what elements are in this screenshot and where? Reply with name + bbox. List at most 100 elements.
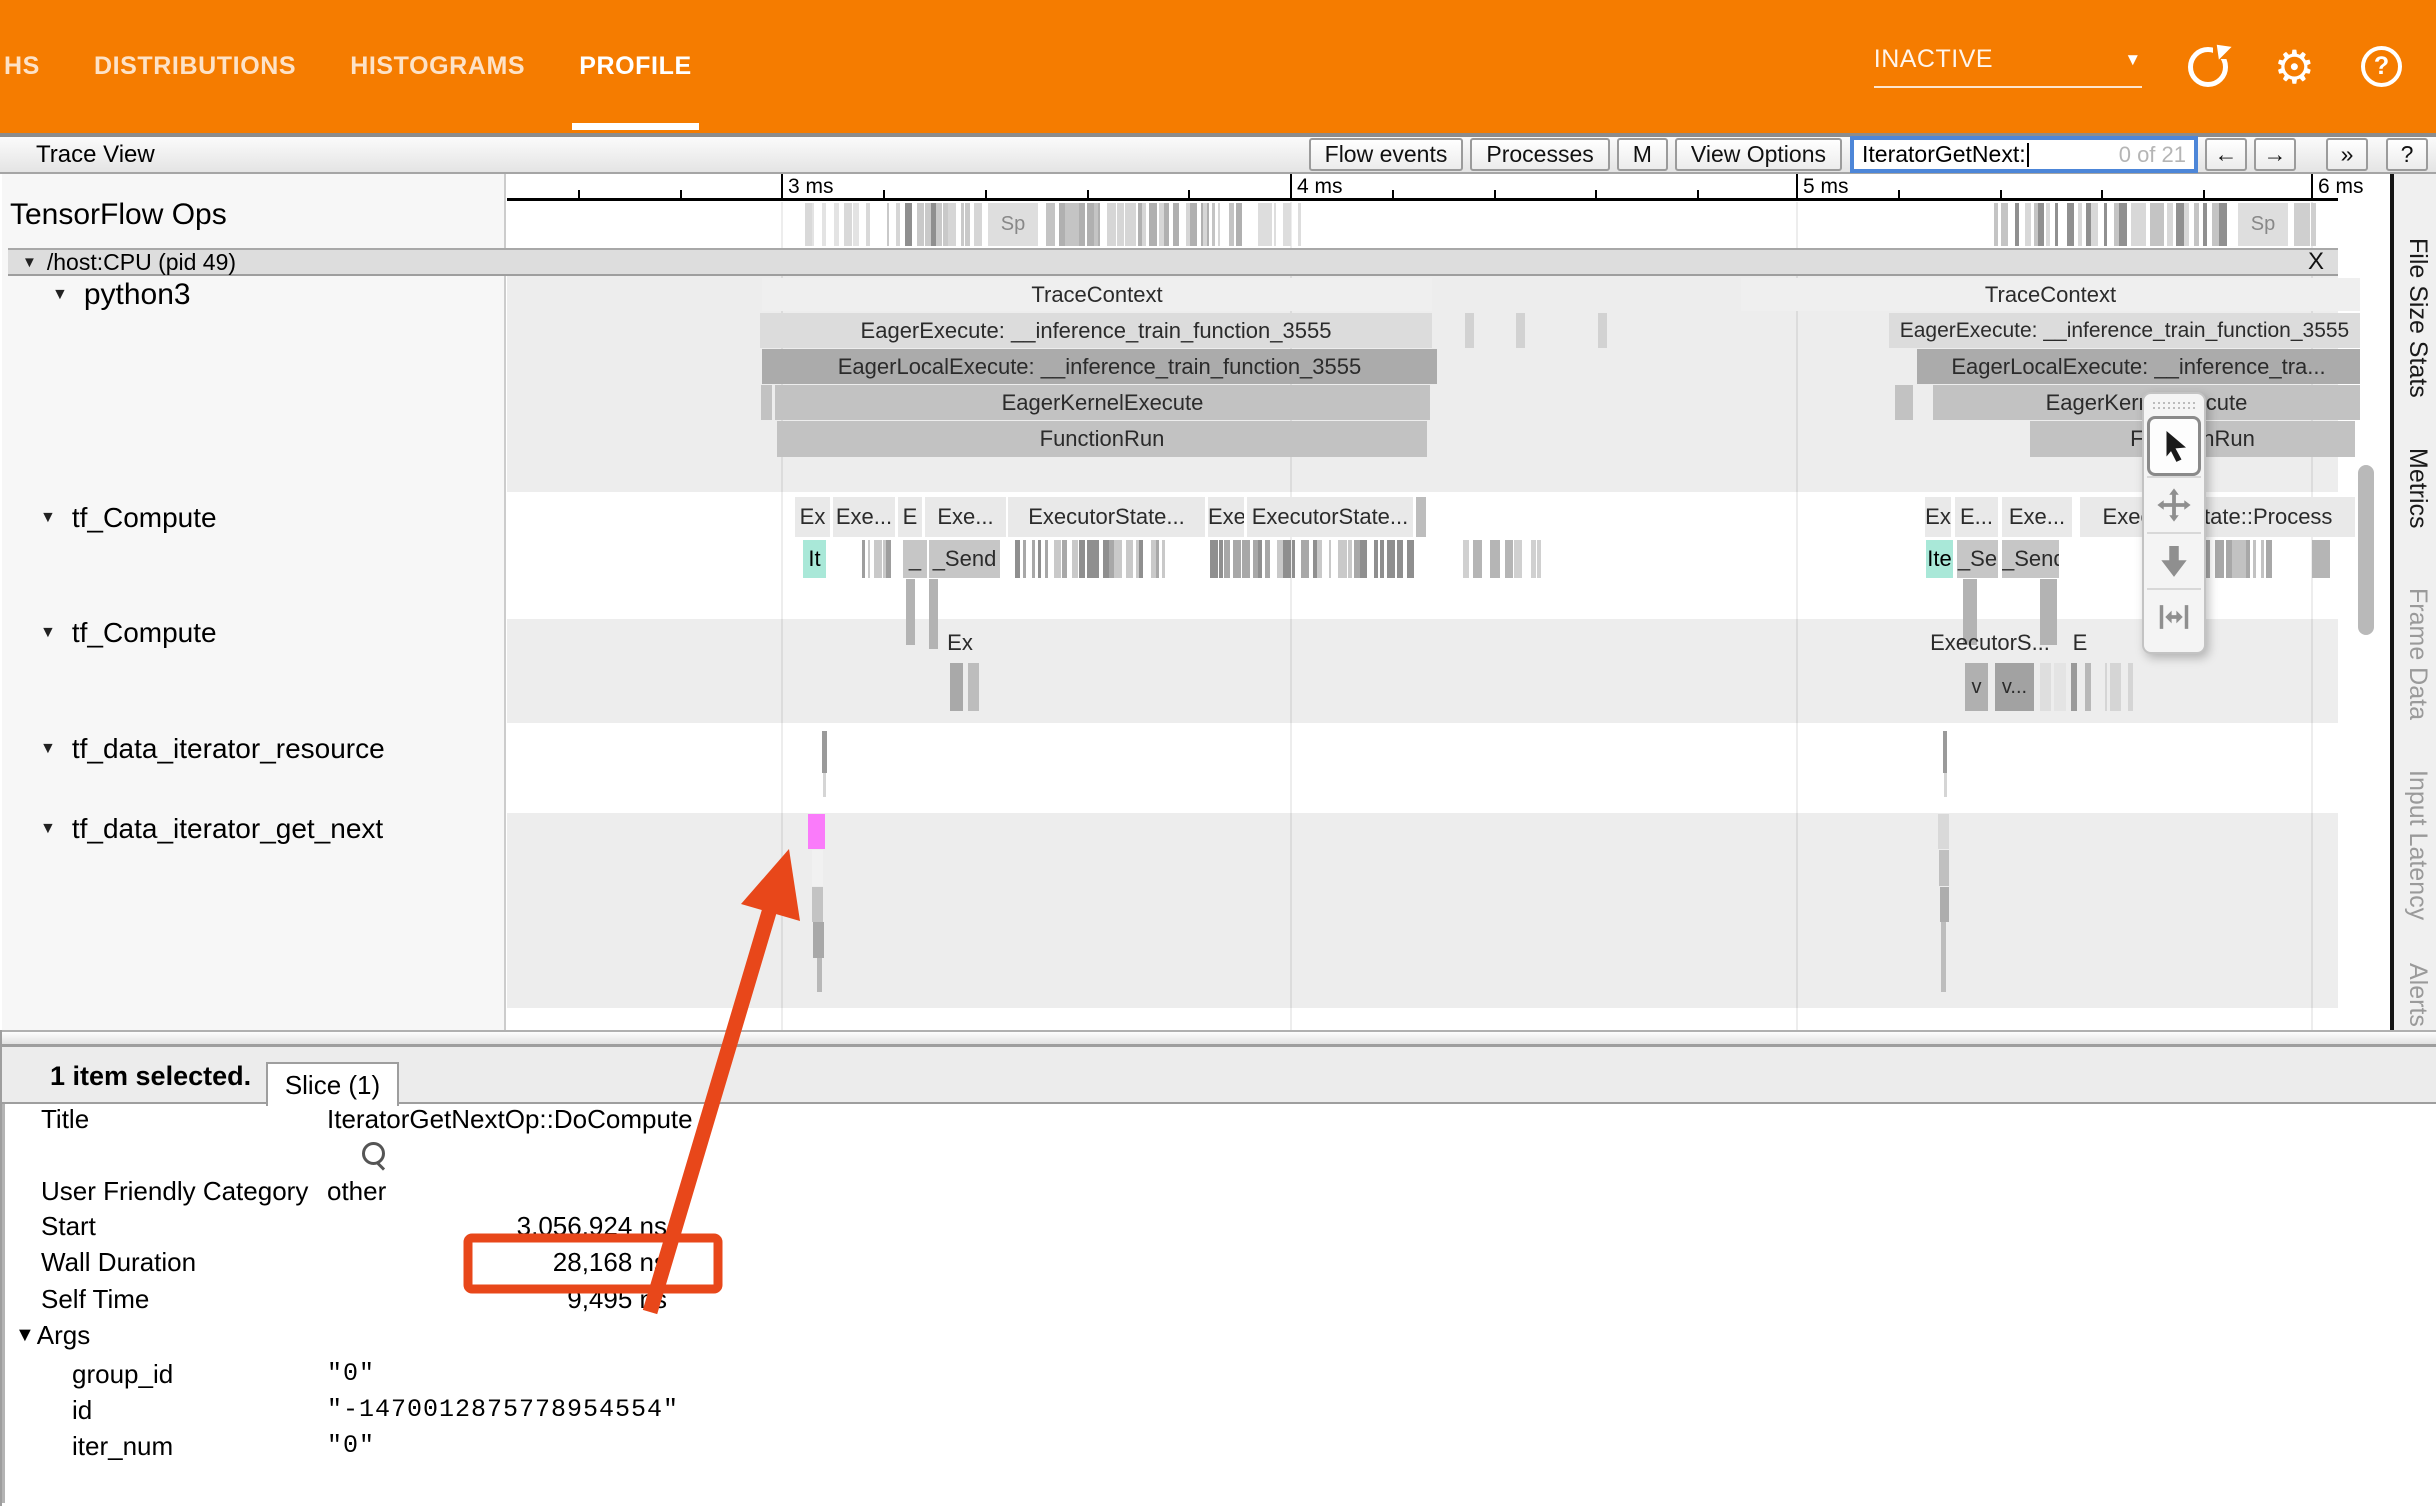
sidebar-tab-metrics[interactable]: Metrics — [2403, 448, 2432, 529]
zoom-tool-icon[interactable] — [2147, 532, 2201, 588]
trace-span[interactable]: It — [803, 540, 826, 578]
trace-span[interactable] — [1941, 922, 1946, 992]
gear-icon[interactable]: ⚙ — [2274, 44, 2315, 90]
trace-span[interactable] — [2054, 663, 2066, 711]
collapse-triangle-icon[interactable]: ▼ — [40, 740, 56, 758]
trace-span[interactable] — [1895, 385, 1913, 420]
trace-span[interactable] — [1465, 313, 1474, 348]
panel-splitter[interactable] — [2, 1030, 2436, 1047]
sidebar-tab-file-size-stats[interactable]: File Size Stats — [2403, 238, 2432, 398]
args-header[interactable]: ▼Args — [15, 1320, 90, 1351]
trace-span[interactable]: TraceContext — [762, 278, 1432, 311]
toolbar-button-processes[interactable]: Processes — [1470, 138, 1609, 171]
track-group-tf_data_iterator_get_next[interactable]: ▼tf_data_iterator_get_next — [40, 813, 383, 845]
palette-drag-handle[interactable] — [2153, 400, 2195, 412]
process-header-bar[interactable]: ▼ /host:CPU (pid 49) X — [8, 248, 2338, 276]
trace-span[interactable]: EagerLocalExecute: __inference_tra... — [1917, 349, 2360, 384]
trace-span[interactable]: Exe... — [833, 497, 895, 537]
collapse-triangle-icon[interactable]: ▼ — [52, 286, 68, 304]
tab-slice[interactable]: Slice (1) — [266, 1062, 399, 1106]
trace-span[interactable] — [2071, 663, 2077, 711]
header-tab-distributions[interactable]: DISTRIBUTIONS — [67, 0, 323, 133]
trace-span[interactable]: EagerKernelExecute — [775, 385, 1430, 420]
trace-span[interactable]: EagerExecute: __inference_train_function… — [760, 313, 1432, 348]
track-group-python3[interactable]: ▼python3 — [52, 278, 191, 312]
trace-span[interactable] — [968, 663, 979, 711]
help-icon[interactable]: ? — [2361, 46, 2402, 87]
header-tab-histograms[interactable]: HISTOGRAMS — [323, 0, 552, 133]
refresh-icon[interactable] — [2188, 47, 2228, 87]
trace-span[interactable]: Ite — [1926, 540, 1953, 578]
trace-span[interactable] — [1943, 731, 1947, 773]
track-group-tf_data_iterator_resource[interactable]: ▼tf_data_iterator_resource — [40, 733, 385, 765]
trace-span[interactable] — [817, 958, 822, 992]
sidebar-tab-input-latency[interactable]: Input Latency — [2403, 770, 2432, 920]
trace-span[interactable] — [2312, 540, 2330, 578]
trace-span[interactable]: Ex — [795, 497, 830, 537]
trace-span[interactable]: Sp — [2238, 203, 2288, 246]
trace-span[interactable]: Ex — [920, 627, 1000, 659]
track-group-tf_Compute[interactable]: ▼tf_Compute — [40, 502, 217, 534]
trace-span[interactable] — [1944, 773, 1947, 797]
trace-span[interactable] — [1416, 497, 1426, 537]
trace-span[interactable] — [1516, 313, 1525, 348]
trace-span[interactable] — [813, 922, 824, 958]
trace-span[interactable]: TraceContext — [1741, 278, 2360, 311]
trace-span[interactable] — [2085, 663, 2091, 711]
pan-tool-icon[interactable] — [2147, 476, 2201, 532]
trace-span[interactable] — [2040, 663, 2051, 711]
toolbar-button-flow-events[interactable]: Flow events — [1309, 138, 1464, 171]
trace-span[interactable]: _Se — [1957, 540, 1998, 578]
collapse-triangle-icon[interactable]: ▼ — [40, 624, 56, 642]
toolbar-button-m[interactable]: M — [1617, 138, 1668, 171]
find-nav-button-1[interactable]: → — [2254, 138, 2296, 171]
trace-span[interactable] — [812, 850, 823, 886]
trace-span[interactable]: ExecutorS... — [1900, 627, 2080, 659]
trace-span[interactable]: ExecutorState::Process — [2080, 497, 2355, 537]
trace-span[interactable] — [1939, 850, 1949, 886]
timing-tool-icon[interactable] — [2147, 588, 2201, 644]
trace-span[interactable]: v... — [1995, 663, 2034, 711]
close-icon[interactable]: X — [2308, 248, 2324, 276]
trace-span[interactable]: E... — [1955, 497, 1998, 537]
magnifier-icon[interactable] — [362, 1142, 385, 1165]
find-input[interactable]: IteratorGetNext: 0 of 21 — [1850, 136, 2198, 173]
trace-span[interactable]: _Send — [929, 540, 1000, 578]
run-selector[interactable]: INACTIVE ▼ — [1874, 45, 2142, 88]
trace-span[interactable]: ExecutorState... — [1247, 497, 1413, 537]
toolbar-button-view-options[interactable]: View Options — [1675, 138, 1842, 171]
trace-span[interactable] — [761, 385, 772, 420]
select-tool-icon[interactable] — [2147, 416, 2201, 476]
track-group-tf_Compute[interactable]: ▼tf_Compute — [40, 617, 217, 649]
trace-span[interactable]: Ex — [1925, 497, 1951, 537]
trace-span[interactable] — [822, 731, 827, 773]
trace-span[interactable]: EagerExecute: __inference_train_function… — [1889, 313, 2360, 348]
trace-span[interactable]: v — [1965, 663, 1988, 711]
collapse-triangle-icon[interactable]: ▼ — [40, 820, 56, 838]
sidebar-tab-alerts[interactable]: Alerts — [2403, 963, 2432, 1027]
collapse-triangle-icon[interactable]: ▼ — [40, 509, 56, 527]
trace-span[interactable]: Exe... — [2002, 497, 2072, 537]
trace-span[interactable]: _Send — [2002, 540, 2059, 578]
trace-span[interactable] — [812, 887, 823, 922]
trace-span[interactable]: Exe — [1208, 497, 1244, 537]
trace-span[interactable] — [808, 814, 825, 849]
collapse-triangle-icon[interactable]: ▼ — [22, 254, 37, 271]
header-tab-profile[interactable]: PROFILE — [552, 0, 719, 133]
trace-span[interactable]: FunctionRun — [777, 421, 1427, 457]
find-nav-button-2[interactable]: » — [2326, 138, 2368, 171]
trace-span[interactable]: _ — [903, 540, 927, 578]
trace-span[interactable] — [906, 579, 915, 645]
trace-span[interactable]: EagerLocalExecute: __inference_train_fun… — [762, 349, 1437, 384]
trace-span[interactable]: ExecutorState... — [1008, 497, 1205, 537]
trace-span[interactable]: E — [2060, 627, 2100, 659]
trace-span[interactable] — [1940, 887, 1949, 922]
find-nav-button-3[interactable]: ? — [2386, 138, 2428, 171]
header-tab-hs[interactable]: HS — [0, 0, 67, 133]
trace-span[interactable]: Sp — [988, 203, 1038, 246]
trace-span[interactable] — [823, 773, 826, 797]
trace-span[interactable] — [950, 663, 963, 711]
trace-span[interactable] — [1598, 313, 1607, 348]
find-nav-button-0[interactable]: ← — [2205, 138, 2247, 171]
trace-span[interactable] — [1938, 814, 1949, 849]
